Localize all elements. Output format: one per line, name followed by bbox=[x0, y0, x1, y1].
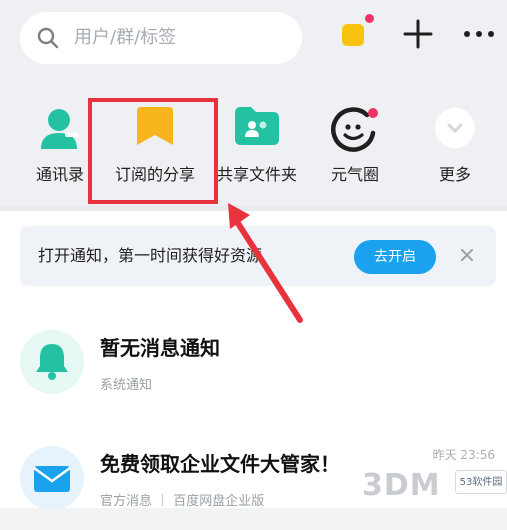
search-icon bbox=[37, 27, 59, 49]
message-subtitle: 官方消息 ｜ 百度网盘企业版 bbox=[100, 494, 265, 509]
plus-icon[interactable] bbox=[402, 18, 434, 50]
avatar bbox=[20, 330, 84, 394]
message-title: 暂无消息通知 bbox=[100, 336, 220, 360]
quick-item-label: 共享文件夹 bbox=[216, 165, 297, 184]
avatar bbox=[20, 446, 84, 510]
app-shortcut-icon[interactable] bbox=[342, 24, 364, 46]
quick-item-label: 元气圈 bbox=[330, 165, 379, 184]
quick-item-label: 更多 bbox=[438, 165, 471, 184]
shared-folder-icon bbox=[235, 107, 279, 145]
annotation-arrow-icon bbox=[228, 203, 303, 323]
mail-icon bbox=[33, 466, 71, 492]
enable-notification-button[interactable]: 去开启 bbox=[354, 240, 436, 274]
message-subtitle: 系统通知 bbox=[100, 378, 153, 393]
close-icon[interactable] bbox=[460, 248, 474, 262]
quick-item-shared-folder[interactable]: 共享文件夹 bbox=[202, 85, 312, 205]
quick-item-yuanqi[interactable]: 元气圈 bbox=[300, 85, 410, 205]
highlight-box bbox=[88, 98, 218, 204]
message-title: 免费领取企业文件大管家！ bbox=[100, 452, 340, 476]
contacts-icon bbox=[41, 109, 79, 149]
smile-icon bbox=[331, 107, 378, 152]
watermark-3dm: 3DM bbox=[362, 468, 441, 503]
search-bar[interactable]: 用户/群/标签 bbox=[20, 12, 302, 64]
more-circle-icon bbox=[435, 108, 475, 148]
bell-icon bbox=[36, 344, 68, 380]
quick-actions: 通讯录 订阅的分享 共享文件夹 元气圈 更多 bbox=[0, 85, 507, 205]
more-icon[interactable] bbox=[462, 24, 496, 44]
search-input[interactable]: 用户/群/标签 bbox=[74, 12, 176, 64]
notification-dot bbox=[365, 14, 374, 23]
quick-item-more[interactable]: 更多 bbox=[400, 85, 507, 205]
watermark-53: 53软件园 bbox=[455, 470, 507, 494]
message-time: 昨天 23:56 bbox=[432, 448, 495, 462]
